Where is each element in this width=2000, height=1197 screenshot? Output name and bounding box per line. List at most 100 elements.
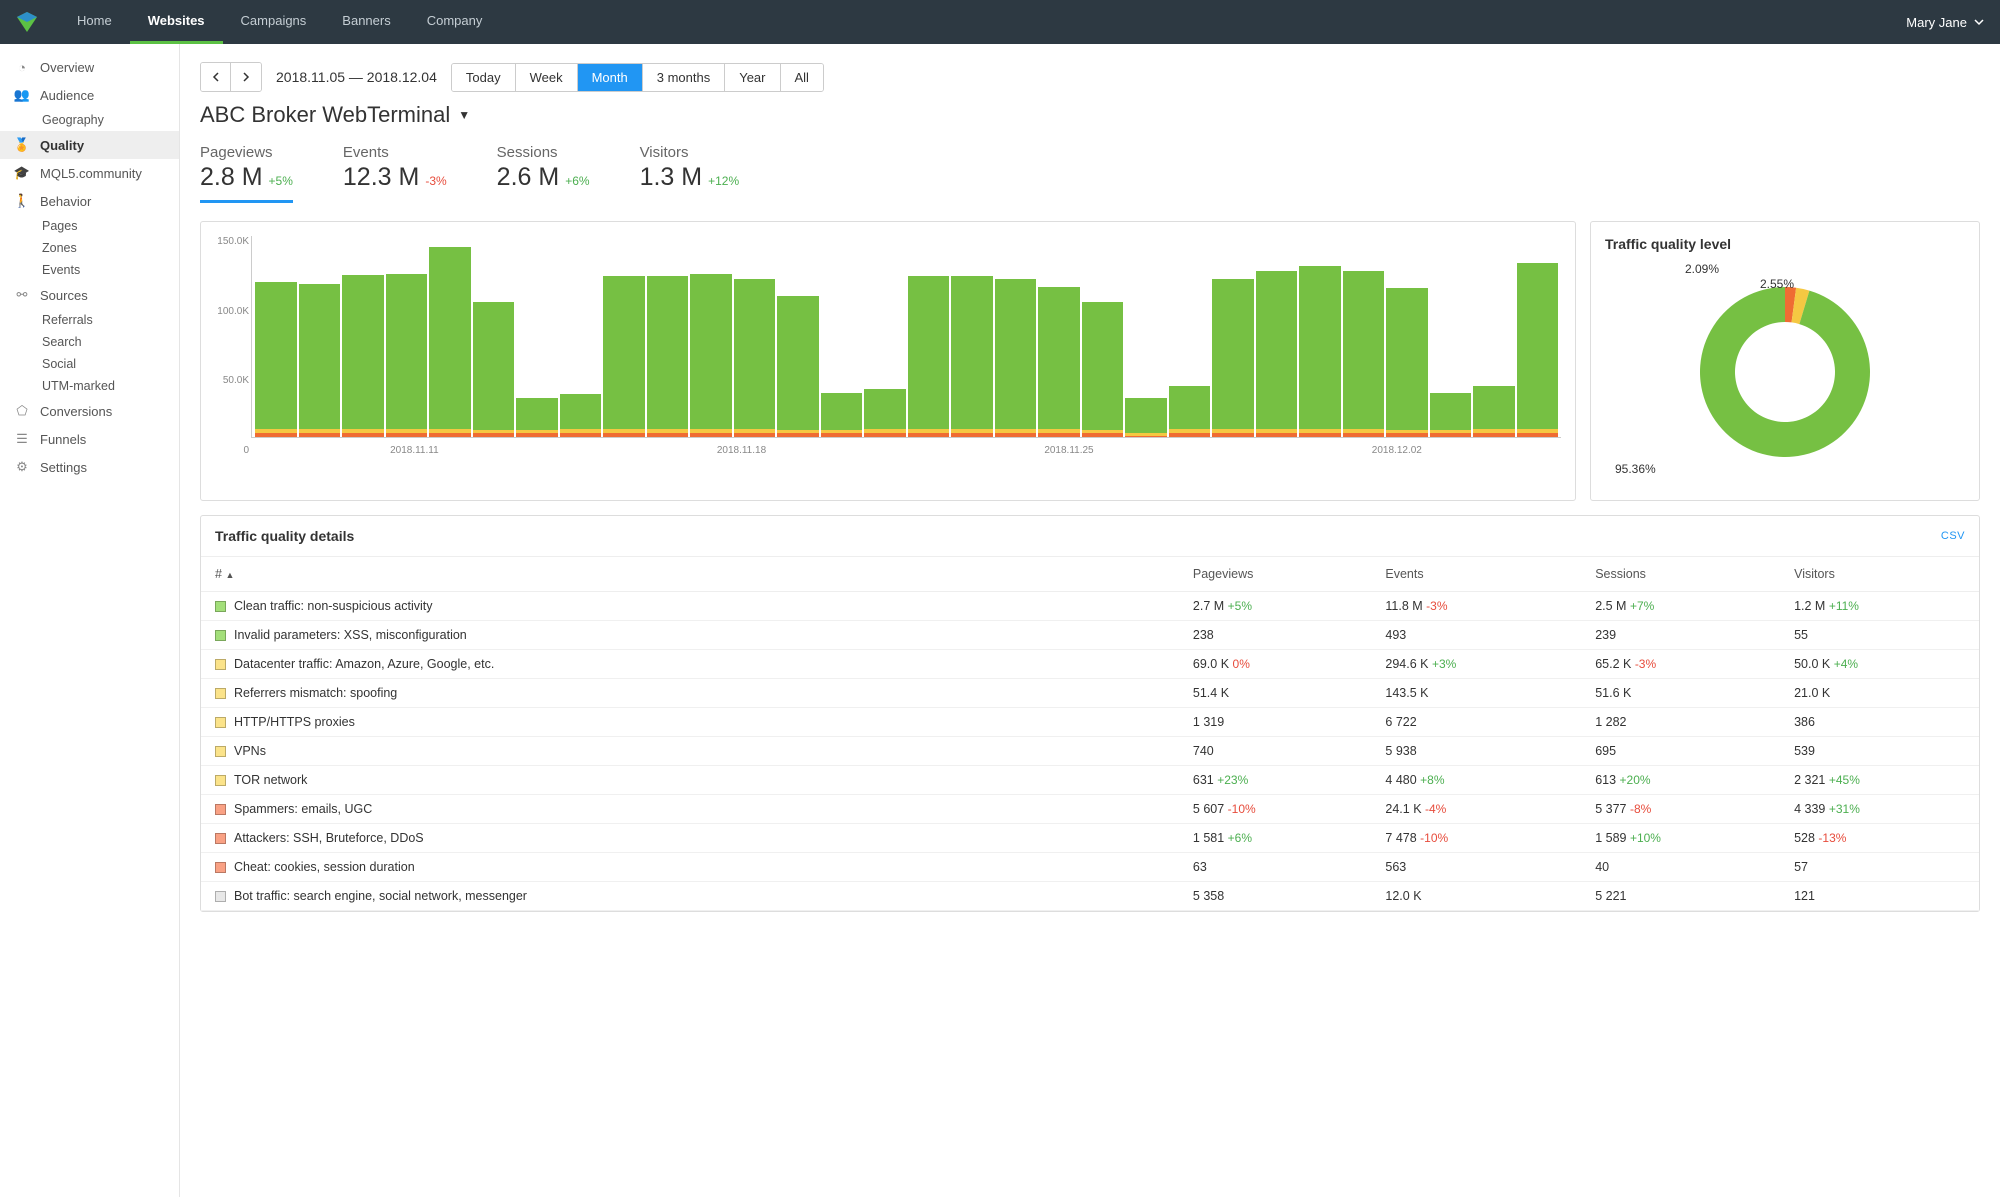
bar[interactable] — [299, 236, 341, 437]
sidebar-item-quality[interactable]: 🏅Quality — [0, 131, 179, 159]
bar[interactable] — [429, 236, 471, 437]
col-events[interactable]: Events — [1371, 557, 1581, 592]
bar[interactable] — [560, 236, 602, 437]
walk-icon: 🚶 — [14, 193, 30, 209]
table-row[interactable]: Invalid parameters: XSS, misconfiguratio… — [201, 621, 1979, 650]
period-month[interactable]: Month — [578, 64, 643, 91]
bar[interactable] — [386, 236, 428, 437]
bar[interactable] — [647, 236, 689, 437]
details-table: # ▲PageviewsEventsSessionsVisitors Clean… — [201, 557, 1979, 911]
prev-button[interactable] — [201, 63, 231, 91]
table-row[interactable]: Bot traffic: search engine, social netwo… — [201, 882, 1979, 911]
sidebar-item-mql5-community[interactable]: 🎓MQL5.community — [0, 159, 179, 187]
table-row[interactable]: VPNs7405 938695539 — [201, 737, 1979, 766]
date-range[interactable]: 2018.11.05 — 2018.12.04 — [276, 69, 437, 85]
bar[interactable] — [473, 236, 515, 437]
bar[interactable] — [1430, 236, 1472, 437]
metric-pageviews[interactable]: Pageviews2.8 M +5% — [200, 144, 293, 203]
bar[interactable] — [1299, 236, 1341, 437]
bar[interactable] — [1169, 236, 1211, 437]
metric-events[interactable]: Events12.3 M -3% — [343, 144, 447, 203]
sidebar-sub-zones[interactable]: Zones — [0, 237, 179, 259]
user-name: Mary Jane — [1906, 15, 1967, 30]
sidebar-sub-utm-marked[interactable]: UTM-marked — [0, 375, 179, 397]
sidebar-item-conversions[interactable]: ⬠Conversions — [0, 397, 179, 425]
col-[interactable]: # ▲ — [201, 557, 1179, 592]
share-icon: ⚯ — [14, 287, 30, 303]
topnav-websites[interactable]: Websites — [130, 0, 223, 44]
table-row[interactable]: Clean traffic: non-suspicious activity2.… — [201, 592, 1979, 621]
bar[interactable] — [1517, 236, 1559, 437]
site-selector[interactable]: ABC Broker WebTerminal ▼ — [200, 102, 1980, 128]
table-row[interactable]: Datacenter traffic: Amazon, Azure, Googl… — [201, 650, 1979, 679]
bar[interactable] — [1038, 236, 1080, 437]
bar[interactable] — [995, 236, 1037, 437]
sidebar-sub-search[interactable]: Search — [0, 331, 179, 353]
sidebar-item-behavior[interactable]: 🚶Behavior — [0, 187, 179, 215]
bar[interactable] — [1343, 236, 1385, 437]
bar[interactable] — [777, 236, 819, 437]
csv-export[interactable]: CSV — [1941, 530, 1965, 542]
sidebar-sub-events[interactable]: Events — [0, 259, 179, 281]
bar[interactable] — [734, 236, 776, 437]
sidebar-sub-pages[interactable]: Pages — [0, 215, 179, 237]
swatch-icon — [215, 717, 226, 728]
metric-visitors[interactable]: Visitors1.3 M +12% — [640, 144, 740, 203]
period-week[interactable]: Week — [516, 64, 578, 91]
col-visitors[interactable]: Visitors — [1780, 557, 1979, 592]
bar[interactable] — [821, 236, 863, 437]
bar[interactable] — [1473, 236, 1515, 437]
bar[interactable] — [690, 236, 732, 437]
metric-sessions[interactable]: Sessions2.6 M +6% — [497, 144, 590, 203]
gauge-icon: ◔ — [14, 60, 30, 75]
bar[interactable] — [1082, 236, 1124, 437]
sidebar-sub-social[interactable]: Social — [0, 353, 179, 375]
user-menu[interactable]: Mary Jane — [1906, 15, 1985, 30]
period-year[interactable]: Year — [725, 64, 780, 91]
swatch-icon — [215, 833, 226, 844]
table-row[interactable]: TOR network631 +23%4 480 +8%613 +20%2 32… — [201, 766, 1979, 795]
col-sessions[interactable]: Sessions — [1581, 557, 1780, 592]
bar[interactable] — [1125, 236, 1167, 437]
sidebar-item-overview[interactable]: ◔Overview — [0, 54, 179, 81]
bar[interactable] — [255, 236, 297, 437]
next-button[interactable] — [231, 63, 261, 91]
bar[interactable] — [1212, 236, 1254, 437]
sidebar-item-sources[interactable]: ⚯Sources — [0, 281, 179, 309]
table-row[interactable]: HTTP/HTTPS proxies1 3196 7221 282386 — [201, 708, 1979, 737]
sidebar-item-audience[interactable]: 👥Audience — [0, 81, 179, 109]
donut-yellow-label: 2.55% — [1760, 277, 1794, 291]
bar[interactable] — [951, 236, 993, 437]
bar[interactable] — [342, 236, 384, 437]
sidebar-sub-referrals[interactable]: Referrals — [0, 309, 179, 331]
topnav-home[interactable]: Home — [59, 0, 130, 44]
swatch-icon — [215, 601, 226, 612]
period-tabs: TodayWeekMonth3 monthsYearAll — [451, 63, 824, 92]
sidebar: ◔Overview👥AudienceGeography🏅Quality🎓MQL5… — [0, 44, 180, 1197]
swatch-icon — [215, 891, 226, 902]
topnav-banners[interactable]: Banners — [324, 0, 408, 44]
swatch-icon — [215, 775, 226, 786]
period-3-months[interactable]: 3 months — [643, 64, 725, 91]
bar[interactable] — [516, 236, 558, 437]
col-pageviews[interactable]: Pageviews — [1179, 557, 1372, 592]
sidebar-item-settings[interactable]: ⚙Settings — [0, 453, 179, 481]
bar[interactable] — [864, 236, 906, 437]
tag-icon: ⬠ — [14, 403, 30, 419]
sidebar-item-funnels[interactable]: ☰Funnels — [0, 425, 179, 453]
bar-chart-panel: 150.0K100.0K50.0K0 2018.11.112018.11.182… — [200, 221, 1576, 501]
table-row[interactable]: Cheat: cookies, session duration63563405… — [201, 853, 1979, 882]
table-row[interactable]: Spammers: emails, UGC5 607 -10%24.1 K -4… — [201, 795, 1979, 824]
table-row[interactable]: Referrers mismatch: spoofing51.4 K143.5 … — [201, 679, 1979, 708]
topnav-company[interactable]: Company — [409, 0, 501, 44]
bar[interactable] — [1386, 236, 1428, 437]
period-all[interactable]: All — [781, 64, 823, 91]
table-row[interactable]: Attackers: SSH, Bruteforce, DDoS1 581 +6… — [201, 824, 1979, 853]
sidebar-sub-geography[interactable]: Geography — [0, 109, 179, 131]
bar[interactable] — [908, 236, 950, 437]
period-today[interactable]: Today — [452, 64, 516, 91]
bar[interactable] — [1256, 236, 1298, 437]
bar[interactable] — [603, 236, 645, 437]
topnav-campaigns[interactable]: Campaigns — [223, 0, 325, 44]
details-panel: Traffic quality details CSV # ▲Pageviews… — [200, 515, 1980, 912]
